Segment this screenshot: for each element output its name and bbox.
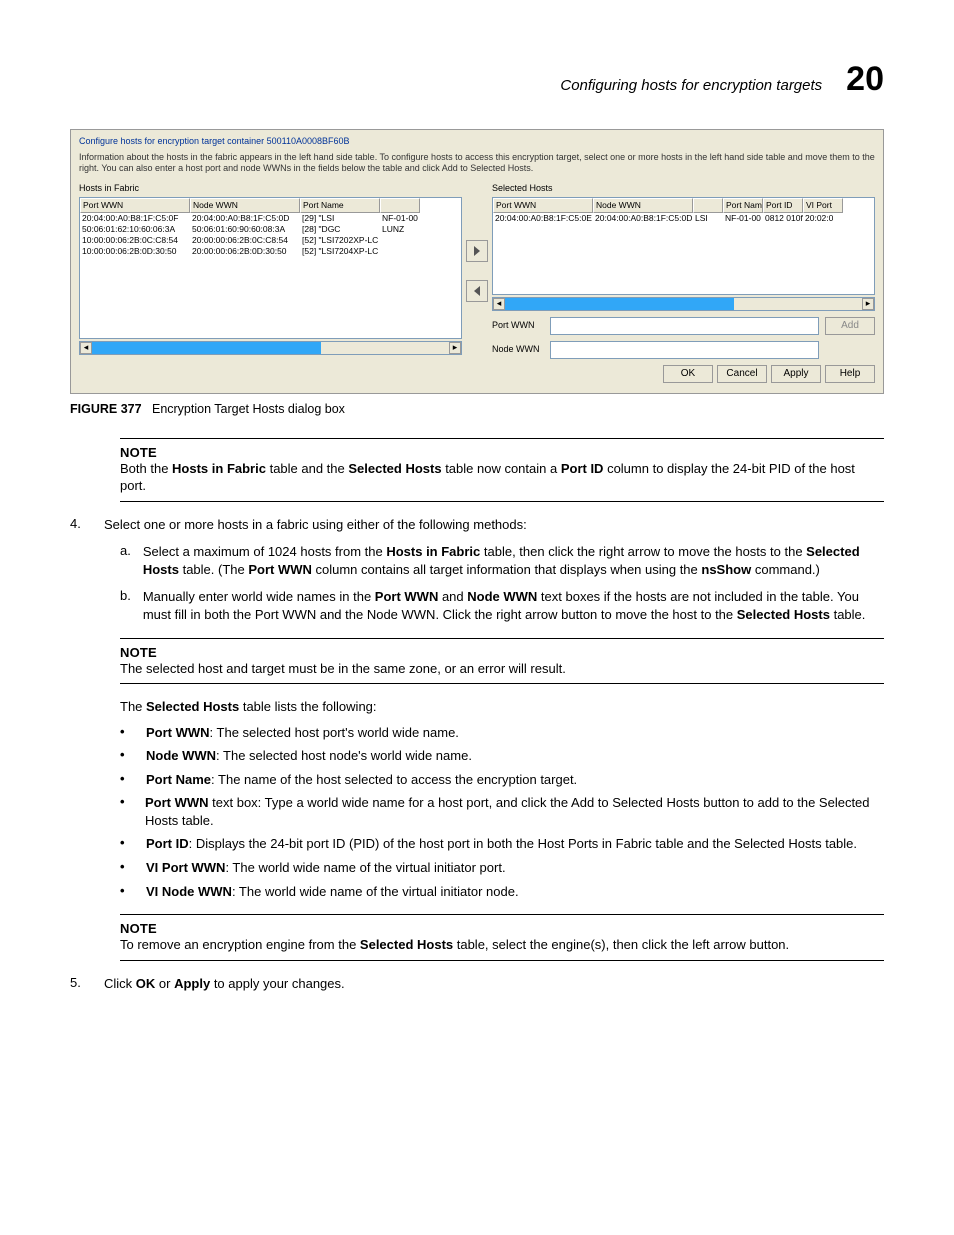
dialog-info: Information about the hosts in the fabri… — [79, 152, 875, 175]
ok-button[interactable]: OK — [663, 365, 713, 383]
scroll-left-icon[interactable]: ◂ — [80, 342, 92, 354]
port-wwn-label: Port WWN — [492, 320, 544, 332]
figure-text: Encryption Target Hosts dialog box — [152, 402, 345, 416]
move-right-button[interactable] — [466, 240, 488, 262]
figure-number: FIGURE 377 — [70, 402, 142, 416]
header-title: Configuring hosts for encryption targets — [560, 77, 822, 94]
hosts-in-fabric-table[interactable]: Port WWN Node WWN Port Name 20:04:00:A0:… — [79, 197, 462, 339]
dialog-button-row: OK Cancel Apply Help — [79, 365, 875, 383]
table-row[interactable]: 10:00:00:06:2B:0C:C8:5420:00:00:06:2B:0C… — [80, 235, 461, 246]
arrow-column — [466, 183, 488, 359]
dialog-title: Configure hosts for encryption target co… — [79, 136, 875, 148]
substep-letter: a. — [120, 543, 131, 578]
scroll-right-icon[interactable]: ▸ — [449, 342, 461, 354]
list-item: VI Node WWN: The world wide name of the … — [120, 883, 884, 901]
step-number: 4. — [70, 516, 92, 534]
col-node-wwn[interactable]: Node WWN — [190, 198, 300, 213]
table-row[interactable]: 20:04:00:A0:B8:1F:C5:0E20:04:00:A0:B8:1F… — [493, 213, 874, 224]
note-text: To remove an encryption engine from the … — [120, 936, 884, 954]
selected-hosts-panel: Selected Hosts Port WWN Node WWN Port Na… — [492, 183, 875, 359]
cancel-button[interactable]: Cancel — [717, 365, 767, 383]
step-4: 4. Select one or more hosts in a fabric … — [70, 516, 884, 534]
step-text: Click OK or Apply to apply your changes. — [104, 975, 345, 993]
chevron-left-icon — [472, 286, 482, 296]
substep-b: b. Manually enter world wide names in th… — [120, 588, 884, 623]
step-5: 5. Click OK or Apply to apply your chang… — [70, 975, 884, 993]
note-1: NOTE Both the Hosts in Fabric table and … — [120, 438, 884, 502]
page-header: Configuring hosts for encryption targets… — [70, 60, 884, 99]
substep-text: Select a maximum of 1024 hosts from the … — [143, 543, 884, 578]
list-item: VI Port WWN: The world wide name of the … — [120, 859, 884, 877]
scroll-right-icon[interactable]: ▸ — [862, 298, 874, 310]
note-text: The selected host and target must be in … — [120, 660, 884, 678]
right-scroll-x[interactable]: ◂ ▸ — [492, 297, 875, 311]
list-item: Port ID: Displays the 24-bit port ID (PI… — [120, 835, 884, 853]
bullet-list: Port WWN: The selected host port's world… — [120, 724, 884, 900]
help-button[interactable]: Help — [825, 365, 875, 383]
add-button[interactable]: Add — [825, 317, 875, 335]
selected-hosts-table[interactable]: Port WWN Node WWN Port Name Port ID VI P… — [492, 197, 875, 295]
port-wwn-input[interactable] — [550, 317, 819, 335]
substep-letter: b. — [120, 588, 131, 623]
table-row[interactable]: 20:04:00:A0:B8:1F:C5:0F20:04:00:A0:B8:1F… — [80, 213, 461, 224]
chapter-number: 20 — [846, 60, 884, 99]
note-3: NOTE To remove an encryption engine from… — [120, 914, 884, 961]
hosts-in-fabric-panel: Hosts in Fabric Port WWN Node WWN Port N… — [79, 183, 462, 359]
substep-a: a. Select a maximum of 1024 hosts from t… — [120, 543, 884, 578]
note-heading: NOTE — [120, 921, 884, 936]
figure-caption: FIGURE 377 Encryption Target Hosts dialo… — [70, 402, 884, 416]
list-item: Port WWN: The selected host port's world… — [120, 724, 884, 742]
col-port-id[interactable]: Port ID — [763, 198, 803, 213]
list-item: Port Name: The name of the host selected… — [120, 771, 884, 789]
apply-button[interactable]: Apply — [771, 365, 821, 383]
chevron-right-icon — [472, 246, 482, 256]
table-row[interactable]: 10:00:00:06:2B:0D:30:5020:00:00:06:2B:0D… — [80, 246, 461, 257]
list-item: Node WWN: The selected host node's world… — [120, 747, 884, 765]
col-vi-port[interactable]: VI Port — [803, 198, 843, 213]
left-scroll-x[interactable]: ◂ ▸ — [79, 341, 462, 355]
step-text: Select one or more hosts in a fabric usi… — [104, 516, 527, 534]
selected-hosts-label: Selected Hosts — [492, 183, 875, 195]
col-blank[interactable] — [693, 198, 723, 213]
node-wwn-input[interactable] — [550, 341, 819, 359]
note-heading: NOTE — [120, 645, 884, 660]
list-item: Port WWN text box: Type a world wide nam… — [120, 794, 884, 829]
list-intro: The Selected Hosts table lists the follo… — [120, 698, 884, 716]
col-extra[interactable] — [380, 198, 420, 213]
note-2: NOTE The selected host and target must b… — [120, 638, 884, 685]
encryption-hosts-dialog: Configure hosts for encryption target co… — [70, 129, 884, 394]
note-text: Both the Hosts in Fabric table and the S… — [120, 460, 884, 495]
page: Configuring hosts for encryption targets… — [0, 0, 954, 1060]
move-left-button[interactable] — [466, 280, 488, 302]
scroll-left-icon[interactable]: ◂ — [493, 298, 505, 310]
hosts-in-fabric-label: Hosts in Fabric — [79, 183, 462, 195]
step-number: 5. — [70, 975, 92, 993]
table-row[interactable]: 50:06:01:62:10:60:06:3A50:06:01:60:90:60… — [80, 224, 461, 235]
col-port-name[interactable]: Port Name — [723, 198, 763, 213]
col-port-name[interactable]: Port Name — [300, 198, 380, 213]
col-port-wwn[interactable]: Port WWN — [80, 198, 190, 213]
col-node-wwn[interactable]: Node WWN — [593, 198, 693, 213]
note-heading: NOTE — [120, 445, 884, 460]
col-port-wwn[interactable]: Port WWN — [493, 198, 593, 213]
substep-text: Manually enter world wide names in the P… — [143, 588, 884, 623]
node-wwn-label: Node WWN — [492, 344, 544, 356]
